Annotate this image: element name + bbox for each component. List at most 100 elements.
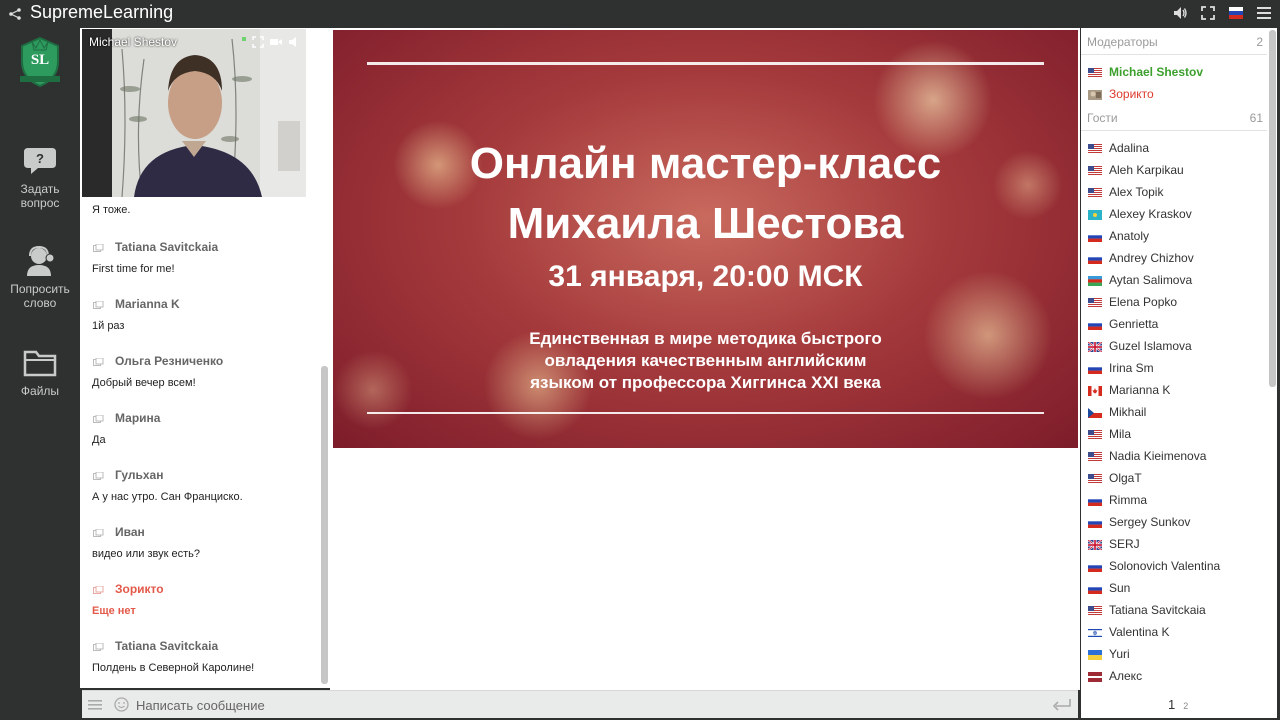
flag-ru-icon (1088, 253, 1102, 264)
video-participant-name: Michael Shestov (89, 35, 178, 49)
participant-row[interactable]: Nadia Kieimenova (1088, 445, 1206, 467)
chat-message-text: Полдень в Северной Каролине! (92, 662, 255, 674)
flag-ru-icon (1088, 561, 1102, 572)
participant-row[interactable]: Sun (1088, 577, 1130, 599)
chat-message: Зорикто Еще нет (92, 581, 312, 617)
chat-message: Marianna K 1й раз (92, 296, 312, 332)
fullscreen-icon[interactable] (1200, 5, 1216, 21)
slide-title-line-2: Михаила Шестова (507, 199, 904, 248)
participant-row[interactable]: Alex Topik (1088, 181, 1163, 203)
participant-row[interactable]: Mila (1088, 423, 1131, 445)
request-word-button[interactable]: Попросить слово (0, 245, 80, 310)
user-icon (93, 527, 104, 537)
files-button[interactable]: Файлы (0, 348, 80, 398)
request-word-label-1: Попросить (10, 282, 70, 296)
page-1-link[interactable]: 1 (1168, 697, 1175, 712)
ask-question-button[interactable]: ? Задать вопрос (0, 146, 80, 210)
participant-row[interactable]: Алекс (1088, 665, 1142, 687)
flag-us-icon (1088, 451, 1102, 462)
volume-icon[interactable] (1172, 5, 1188, 21)
flag-us-icon (1088, 473, 1102, 484)
participant-row[interactable]: Anatoly (1088, 225, 1149, 247)
participant-name: Anatoly (1109, 229, 1150, 243)
flag-us-icon (1088, 429, 1102, 440)
participant-row[interactable]: Aleh Karpikau (1088, 159, 1184, 181)
participants-pagination: 12 (1168, 697, 1196, 712)
flag-avatar-icon (1088, 89, 1102, 100)
participant-row[interactable]: Michael Shestov (1088, 61, 1203, 83)
user-icon (93, 641, 104, 651)
flag-kz-icon (1088, 209, 1102, 220)
participant-name: Adalina (1109, 141, 1150, 155)
chat-message-author[interactable]: Зорикто (92, 581, 312, 597)
chat-message: Я тоже. (92, 204, 312, 216)
chat-menu-icon[interactable] (88, 698, 102, 712)
participant-row[interactable]: Adalina (1088, 137, 1149, 159)
share-icon[interactable] (8, 7, 22, 20)
flag-gb-icon (1087, 341, 1103, 353)
send-enter-icon[interactable] (1052, 698, 1072, 712)
participant-row[interactable]: Mikhail (1088, 401, 1146, 423)
participant-name: Nadia Kieimenova (1109, 449, 1207, 463)
video-tile[interactable]: Michael Shestov (82, 29, 306, 197)
participant-name: Sun (1109, 581, 1131, 595)
video-fullscreen-icon[interactable] (252, 35, 264, 48)
chat-message-input[interactable] (136, 695, 1036, 715)
participant-row[interactable]: Alexey Kraskov (1088, 203, 1192, 225)
participant-row[interactable]: Sergey Sunkov (1088, 511, 1190, 533)
participant-row[interactable]: OlgaT (1088, 467, 1142, 489)
participant-row[interactable]: Genrietta (1088, 313, 1158, 335)
chat-message-author[interactable]: Марина (92, 410, 312, 426)
chat-message: Tatiana Savitckaia Полдень в Северной Ка… (92, 638, 312, 674)
participant-name: Yuri (1109, 647, 1130, 661)
participant-row[interactable]: SERJ (1087, 533, 1140, 555)
participant-row[interactable]: Andrey Chizhov (1088, 247, 1194, 269)
participant-name: Valentina K (1109, 625, 1170, 639)
speaker-icon[interactable] (288, 35, 300, 47)
participant-name: OlgaT (1109, 471, 1142, 485)
participants-panel: Модераторы 2 Michael Shestov Зорикто Гост… (1081, 28, 1277, 718)
emoji-icon[interactable] (114, 697, 129, 712)
menu-icon[interactable] (1256, 5, 1272, 21)
folder-icon (22, 348, 58, 378)
participant-name: Michael Shestov (1109, 65, 1204, 79)
language-flag-icon[interactable] (1228, 5, 1244, 21)
participant-row[interactable]: Valentina K (1088, 621, 1170, 643)
chat-message-author[interactable]: Ольга Резниченко (92, 353, 312, 369)
chat-scrollbar[interactable] (321, 366, 328, 684)
page-2-link[interactable]: 2 (1183, 701, 1188, 711)
participant-row[interactable]: Aytan Salimova (1088, 269, 1192, 291)
participant-row[interactable]: Yuri (1088, 643, 1130, 665)
participant-row[interactable]: Elena Popko (1088, 291, 1177, 313)
participant-row[interactable]: Зорикто (1088, 83, 1154, 105)
chat-message-text: 1й раз (92, 320, 125, 332)
chat-message-author[interactable]: Tatiana Savitckaia (92, 239, 312, 255)
participant-row[interactable]: Solonovich Valentina (1088, 555, 1220, 577)
user-icon (93, 470, 104, 480)
camera-icon[interactable] (270, 35, 282, 47)
slide-divider-bottom (367, 412, 1044, 414)
flag-ru-icon (1088, 495, 1102, 506)
chat-message-author[interactable]: Tatiana Savitckaia (92, 638, 312, 654)
participant-name: Elena Popko (1109, 295, 1178, 309)
chat-message-author[interactable]: Marianna K (92, 296, 312, 312)
divider (1081, 130, 1267, 131)
user-icon (93, 242, 104, 252)
flag-us-icon (1088, 187, 1102, 198)
participants-scrollbar[interactable] (1269, 30, 1276, 387)
chat-message-author[interactable]: Гульхан (92, 467, 312, 483)
participant-row[interactable]: Guzel Islamova (1087, 335, 1192, 357)
slide-subtitle: Единственная в мире методика быстрого ов… (333, 328, 1078, 394)
participant-row[interactable]: Tatiana Savitckaia (1088, 599, 1206, 621)
svg-text:?: ? (36, 151, 44, 166)
chat-message-author[interactable]: Иван (92, 524, 312, 540)
user-icon (93, 356, 104, 366)
slide-divider-top (367, 62, 1044, 65)
participant-row[interactable]: Marianna K (1088, 379, 1170, 401)
top-bar: SupremeLearning (0, 0, 1280, 26)
participant-name: Sergey Sunkov (1109, 515, 1191, 529)
participant-row[interactable]: Rimma (1088, 489, 1147, 511)
flag-ru-icon (1088, 319, 1102, 330)
flag-il-icon (1088, 627, 1102, 638)
participant-row[interactable]: Irina Sm (1088, 357, 1154, 379)
